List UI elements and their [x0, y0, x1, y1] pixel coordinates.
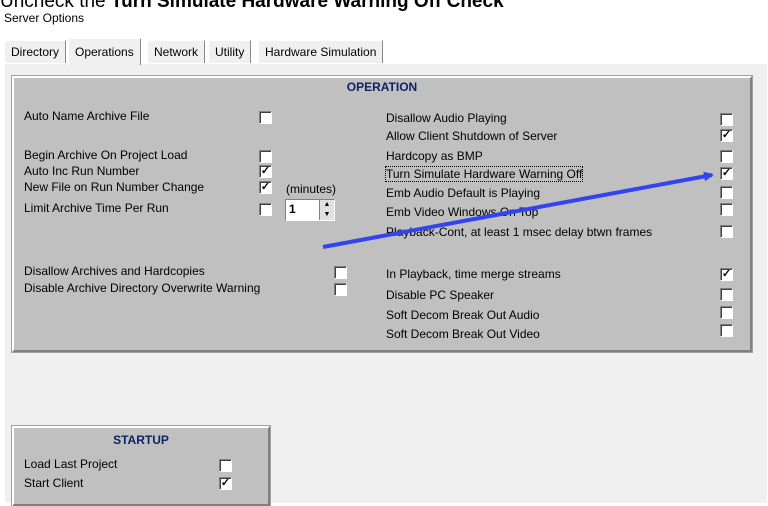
emb-video-checkbox[interactable] [720, 203, 733, 216]
soft-decom-audio-checkbox[interactable] [720, 306, 733, 319]
turn-simulate-hw-warning-off-label: Turn Simulate Hardware Warning Off [384, 166, 584, 182]
disallow-audio-label: Disallow Audio Playing [386, 111, 507, 125]
spin-down-icon[interactable]: ▼ [320, 210, 334, 220]
disable-pc-speaker-checkbox[interactable] [720, 288, 733, 301]
playback-cont-label: Playback-Cont, at least 1 msec delay btw… [386, 225, 653, 239]
emb-audio-checkbox[interactable] [720, 186, 733, 199]
window-title: Server Options [4, 11, 85, 25]
allow-client-shutdown-checkbox[interactable]: ✓ [720, 129, 733, 142]
playback-cont-checkbox[interactable] [720, 225, 733, 238]
hardcopy-bmp-label: Hardcopy as BMP [386, 149, 483, 163]
limit-archive-time-checkbox[interactable] [259, 203, 272, 216]
disable-overwrite-warning-checkbox[interactable] [334, 283, 347, 296]
hardcopy-bmp-checkbox[interactable] [720, 150, 733, 163]
begin-archive-checkbox[interactable] [259, 150, 272, 163]
auto-inc-run-label: Auto Inc Run Number [24, 164, 140, 178]
disallow-audio-checkbox[interactable] [720, 113, 733, 126]
operation-group: OPERATION Auto Name Archive File Begin A… [12, 76, 752, 352]
spinner-value: 1 [289, 202, 296, 216]
spin-up-icon[interactable]: ▲ [320, 200, 334, 210]
new-file-run-change-checkbox[interactable]: ✓ [259, 181, 272, 194]
tab-utility[interactable]: Utility [208, 40, 252, 63]
disallow-archives-checkbox[interactable] [334, 266, 347, 279]
limit-archive-time-label: Limit Archive Time Per Run [24, 201, 169, 215]
tab-directory[interactable]: Directory [4, 40, 67, 63]
auto-name-archive-label: Auto Name Archive File [24, 109, 150, 123]
auto-name-archive-checkbox[interactable] [259, 111, 272, 124]
time-merge-streams-checkbox[interactable]: ✓ [720, 268, 733, 281]
load-last-project-checkbox[interactable] [219, 459, 232, 472]
start-client-label: Start Client [24, 476, 84, 490]
new-file-run-change-label: New File on Run Number Change [24, 180, 205, 194]
auto-inc-run-checkbox[interactable]: ✓ [259, 165, 272, 178]
emb-video-label: Emb Video Windows On Top [386, 205, 539, 219]
begin-archive-label: Begin Archive On Project Load [24, 148, 188, 162]
load-last-project-label: Load Last Project [24, 457, 118, 471]
disable-pc-speaker-label: Disable PC Speaker [386, 288, 495, 302]
archive-minutes-spinner[interactable]: 1 ▲ ▼ [285, 199, 335, 221]
emb-audio-label: Emb Audio Default is Playing [386, 186, 541, 200]
soft-decom-video-checkbox[interactable] [720, 324, 733, 337]
startup-group: STARTUP Load Last Project Start Client ✓ [12, 426, 270, 506]
instruction-caption: Uncheck the Turn Simulate Hardware Warni… [0, 0, 768, 13]
startup-group-title: STARTUP [113, 433, 169, 447]
turn-simulate-hw-warning-off-checkbox[interactable]: ✓ [720, 167, 733, 180]
minutes-label: (minutes) [286, 182, 337, 196]
instruction-highlight: Turn Simulate Hardware Warning Off [110, 0, 442, 12]
tab-hardware-simulation[interactable]: Hardware Simulation [258, 40, 384, 63]
disable-overwrite-warning-label: Disable Archive Directory Overwrite Warn… [24, 281, 261, 295]
disallow-archives-label: Disallow Archives and Hardcopies [24, 264, 205, 278]
operation-group-title: OPERATION [346, 80, 418, 94]
time-merge-streams-label: In Playback, time merge streams [386, 267, 561, 281]
tab-network[interactable]: Network [147, 40, 206, 63]
spinner-buttons[interactable]: ▲ ▼ [319, 200, 334, 220]
tab-operations[interactable]: Operations [68, 38, 141, 65]
start-client-checkbox[interactable]: ✓ [219, 477, 232, 490]
soft-decom-video-label: Soft Decom Break Out Video [386, 327, 540, 341]
soft-decom-audio-label: Soft Decom Break Out Audio [386, 308, 540, 322]
allow-client-shutdown-label: Allow Client Shutdown of Server [386, 129, 558, 143]
